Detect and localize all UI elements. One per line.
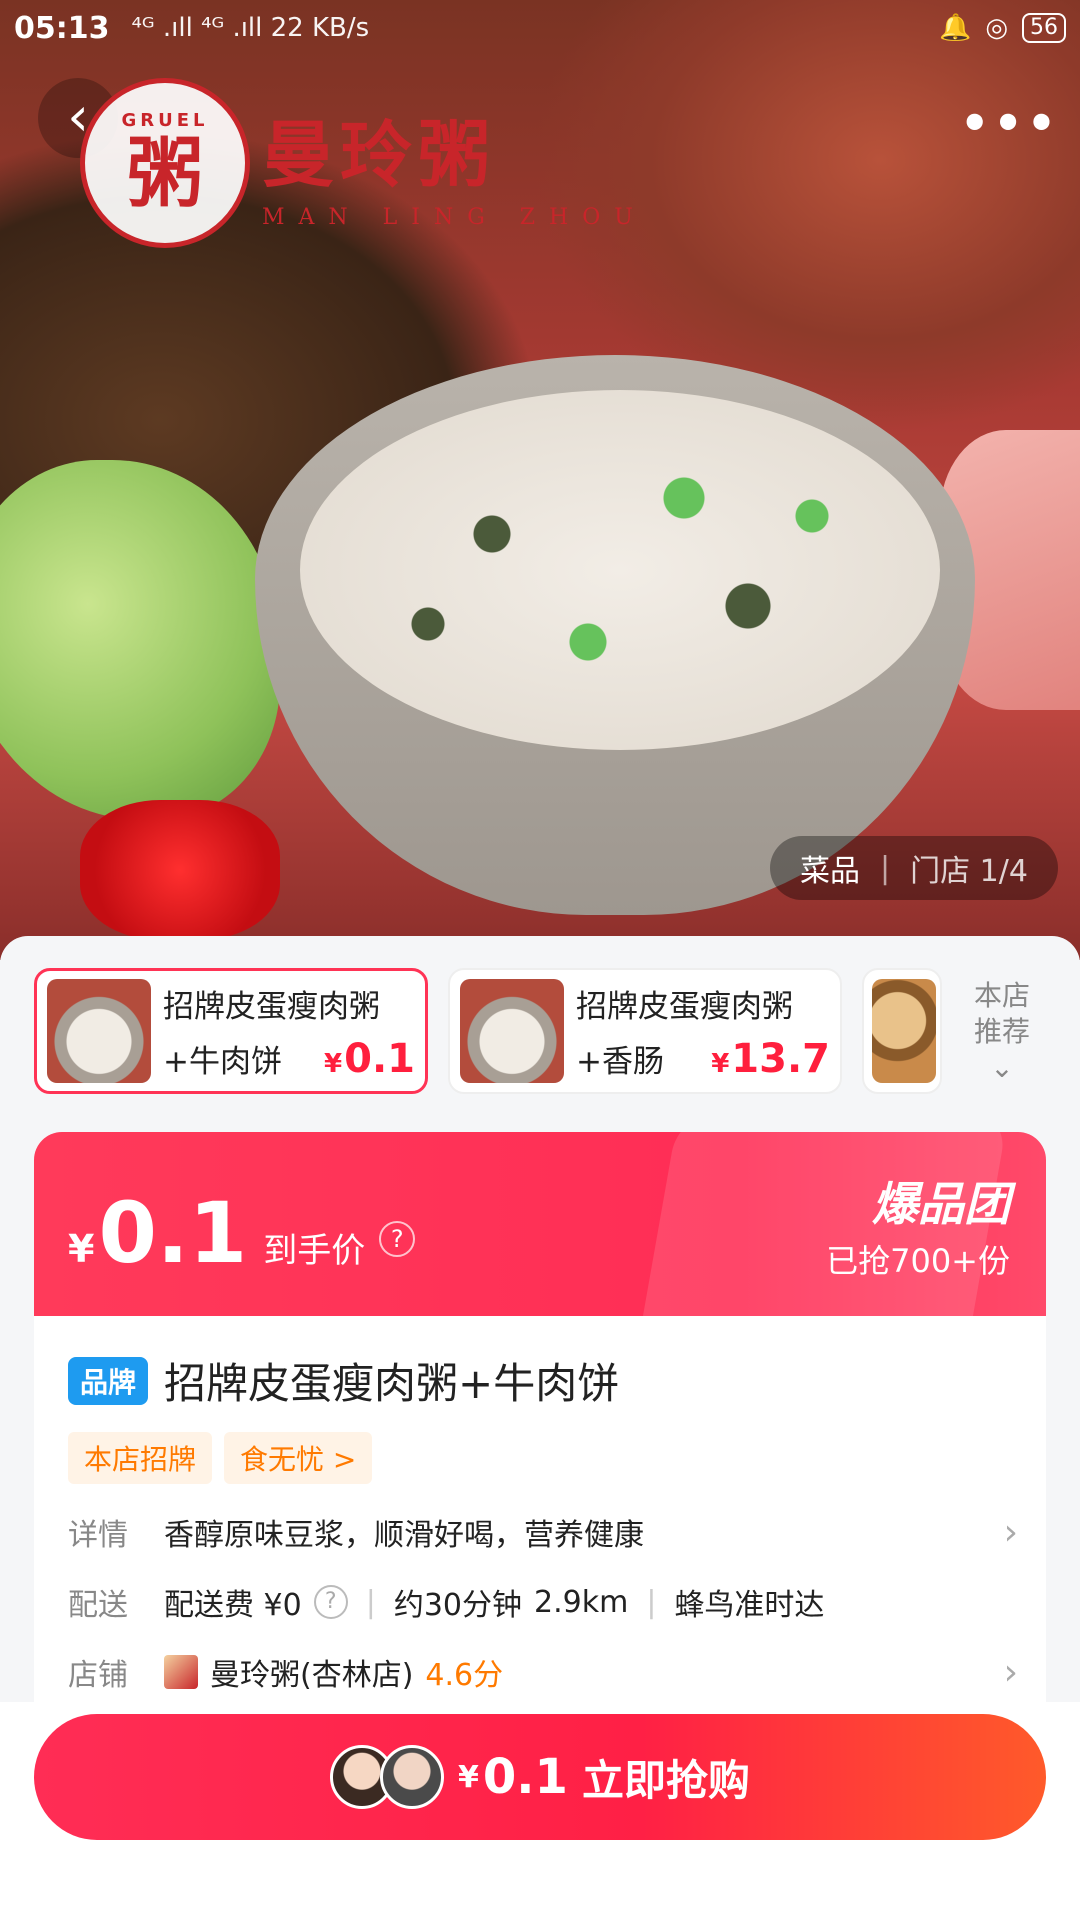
bottom-bar: ¥ 0.1 立即抢购 bbox=[0, 1702, 1080, 1920]
at-icon: ◎ bbox=[985, 13, 1008, 43]
buy-price: 0.1 bbox=[482, 1749, 568, 1805]
question-icon[interactable]: ? bbox=[379, 1221, 416, 1257]
store-recommend-button[interactable]: 本店 推荐 ⌄ bbox=[962, 968, 1042, 1098]
buy-cta-label: 立即抢购 bbox=[581, 1755, 750, 1805]
yen-sign: ¥ bbox=[68, 1227, 95, 1271]
promo-banner: ¥ 0.1 到手价 ? 爆品团 已抢700+份 bbox=[34, 1132, 1046, 1316]
delivery-rider: 蜂鸟准时达 bbox=[674, 1588, 825, 1623]
chevron-down-icon: ⌄ bbox=[990, 1051, 1014, 1084]
lettuce-decor bbox=[0, 460, 280, 820]
tab-store[interactable]: 门店 1/4 bbox=[910, 846, 1028, 890]
combo-addon: +牛肉饼 bbox=[163, 1043, 282, 1080]
brand-pinyin: MAN LING ZHOU bbox=[262, 205, 647, 230]
shop-rating: 4.6分 bbox=[425, 1658, 504, 1693]
battery-indicator: 56 bbox=[1022, 13, 1066, 43]
combo-price-value: 13.7 bbox=[731, 1035, 830, 1082]
combo-name: 招牌皮蛋瘦肉粥 bbox=[163, 988, 380, 1025]
status-network: ⁴ᴳ .ıll ⁴ᴳ .ıll 22 KB/s bbox=[131, 13, 370, 43]
brand-name: 曼玲粥 bbox=[262, 113, 497, 197]
combo-info: 招牌皮蛋瘦肉粥 +香肠 ¥13.7 bbox=[576, 981, 830, 1082]
product-info-card: 品牌 招牌皮蛋瘦肉粥+牛肉饼 本店招牌 食无忧 > 详情 香醇原味豆浆，顺滑好喝… bbox=[34, 1316, 1046, 1702]
sold-count: 已抢700+份 bbox=[826, 1242, 1010, 1280]
yen-sign: ¥ bbox=[711, 1048, 730, 1079]
combo-name: 招牌皮蛋瘦肉粥 bbox=[576, 988, 793, 1025]
status-right: 🔔 ◎ 56 bbox=[939, 13, 1066, 43]
recommend-line2: 推荐 bbox=[973, 1015, 1030, 1048]
brand-text: 曼玲粥 MAN LING ZHOU bbox=[262, 96, 647, 230]
delivery-distance: 2.9km bbox=[534, 1584, 629, 1620]
delivery-row: 配送 配送费 ¥0 ? | 约30分钟 2.9km | 蜂鸟准时达 bbox=[68, 1580, 1018, 1624]
more-options-button[interactable]: ••• bbox=[960, 96, 1060, 150]
combo-addon: +香肠 bbox=[576, 1043, 664, 1080]
combo-option[interactable]: 招牌皮蛋瘦肉粥 +香肠 ¥13.7 bbox=[448, 968, 842, 1094]
delivery-fee: 配送费 ¥0 bbox=[164, 1588, 302, 1623]
more-icon: ••• bbox=[960, 96, 1061, 150]
final-price: 0.1 bbox=[98, 1184, 248, 1282]
combo-subrow: +香肠 ¥13.7 bbox=[576, 1036, 830, 1082]
avatar bbox=[380, 1745, 445, 1809]
hot-deal-badge: 爆品团 bbox=[872, 1177, 1010, 1231]
tag-food-safety[interactable]: 食无忧 > bbox=[224, 1432, 373, 1484]
combo-option[interactable] bbox=[862, 968, 942, 1094]
combo-subrow: +牛肉饼 ¥0.1 bbox=[163, 1036, 415, 1082]
combo-price: ¥13.7 bbox=[711, 1036, 830, 1082]
combo-selector: 招牌皮蛋瘦肉粥 +牛肉饼 ¥0.1 招牌皮蛋瘦肉粥 +香肠 ¥13.7 本店 推… bbox=[34, 968, 1080, 1098]
detail-row[interactable]: 详情 香醇原味豆浆，顺滑好喝，营养健康 › bbox=[68, 1510, 1018, 1554]
seal-ch-text: 粥 bbox=[127, 128, 203, 218]
recommend-line1: 本店 bbox=[973, 979, 1030, 1012]
brand-seal: GRUEL 粥 bbox=[80, 78, 250, 248]
divider: | bbox=[646, 1584, 657, 1620]
delivery-key: 配送 bbox=[68, 1588, 128, 1623]
product-title: 招牌皮蛋瘦肉粥+牛肉饼 bbox=[164, 1359, 620, 1408]
combo-info: 招牌皮蛋瘦肉粥 +牛肉饼 ¥0.1 bbox=[163, 981, 415, 1082]
yen-sign: ¥ bbox=[324, 1048, 343, 1079]
combo-thumbnail bbox=[872, 979, 936, 1083]
buy-now-button[interactable]: ¥ 0.1 立即抢购 bbox=[34, 1714, 1046, 1840]
detail-key: 详情 bbox=[68, 1518, 128, 1553]
combo-option[interactable]: 招牌皮蛋瘦肉粥 +牛肉饼 ¥0.1 bbox=[34, 968, 428, 1094]
status-bar: 05:13 ⁴ᴳ .ıll ⁴ᴳ .ıll 22 KB/s 🔔 ◎ 56 bbox=[0, 0, 1080, 56]
status-time: 05:13 bbox=[14, 10, 110, 46]
gallery-switch[interactable]: 菜品 | 门店 1/4 bbox=[770, 836, 1058, 900]
combo-thumbnail bbox=[47, 979, 151, 1083]
divider: | bbox=[365, 1584, 376, 1620]
question-icon[interactable]: ? bbox=[313, 1585, 348, 1619]
tags-row: 本店招牌 食无忧 > bbox=[68, 1432, 373, 1484]
promo-price-line: ¥ 0.1 到手价 ? bbox=[68, 1184, 416, 1282]
combo-price: ¥0.1 bbox=[324, 1036, 415, 1082]
brand-tag: 品牌 bbox=[68, 1356, 149, 1405]
combo-thumbnail bbox=[460, 979, 564, 1083]
combo-price-value: 0.1 bbox=[344, 1035, 415, 1082]
shop-row[interactable]: 店铺 曼玲粥(杏林店) 4.6分 › bbox=[68, 1650, 1018, 1694]
chinese-knot-decor bbox=[80, 800, 280, 940]
yen-sign: ¥ bbox=[458, 1759, 479, 1795]
delivery-time: 约30分钟 bbox=[393, 1588, 523, 1623]
shop-key: 店铺 bbox=[68, 1658, 128, 1693]
chevron-right-icon: › bbox=[1003, 1651, 1018, 1693]
porridge bbox=[300, 390, 940, 750]
shop-name: 曼玲粥(杏林店) bbox=[210, 1658, 414, 1693]
detail-value: 香醇原味豆浆，顺滑好喝，营养健康 bbox=[164, 1518, 644, 1553]
brand-logo: GRUEL 粥 曼玲粥 MAN LING ZHOU bbox=[80, 78, 647, 248]
title-row: 品牌 招牌皮蛋瘦肉粥+牛肉饼 bbox=[68, 1350, 619, 1411]
tab-dish[interactable]: 菜品 bbox=[800, 846, 860, 890]
seal-en-text: GRUEL bbox=[121, 109, 209, 131]
divider: | bbox=[880, 850, 891, 886]
shop-logo-icon bbox=[164, 1655, 198, 1689]
tag-signature: 本店招牌 bbox=[68, 1432, 213, 1484]
final-price-label: 到手价 bbox=[263, 1231, 366, 1271]
buyer-avatars bbox=[330, 1745, 445, 1809]
bell-icon: 🔔 bbox=[938, 13, 972, 43]
chevron-right-icon: › bbox=[1003, 1511, 1018, 1553]
